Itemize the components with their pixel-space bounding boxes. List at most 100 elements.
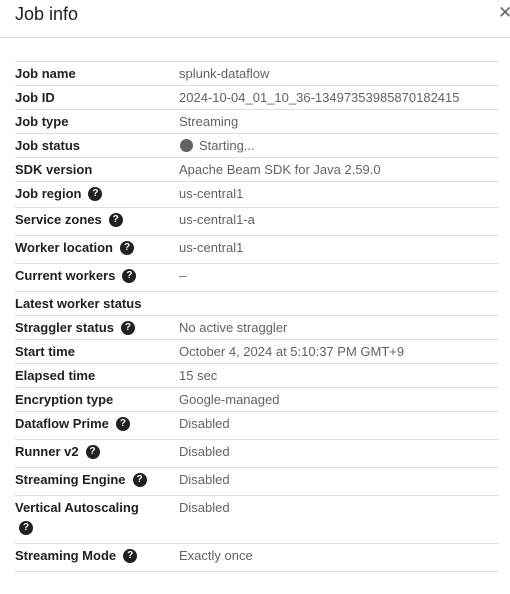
field-value: Disabled <box>179 500 230 515</box>
field-value-cell: Disabled <box>179 468 499 495</box>
field-label-line: SDK version <box>15 163 179 177</box>
info-row-encryption-type: Encryption type Google-managed <box>15 388 499 412</box>
close-icon[interactable]: ✕ <box>498 2 510 24</box>
field-label-line: Streaming Engine? <box>15 473 179 487</box>
field-value: 15 sec <box>179 368 218 383</box>
field-label-cell: Encryption type <box>15 388 179 411</box>
field-value-cell: Apache Beam SDK for Java 2.59.0 <box>179 158 499 181</box>
field-label: Service zones <box>15 212 102 227</box>
field-label-cell: Dataflow Prime? <box>15 412 179 439</box>
help-icon[interactable]: ? <box>120 321 135 335</box>
field-value: us-central1 <box>179 186 244 201</box>
field-value-cell: us-central1-a <box>179 208 499 235</box>
help-icon[interactable]: ? <box>115 417 130 431</box>
field-label-line: Elapsed time <box>15 369 179 383</box>
field-value-cell: us-central1 <box>179 236 499 263</box>
field-label-line: Job status <box>15 139 179 153</box>
field-value: Apache Beam SDK for Java 2.59.0 <box>179 162 381 177</box>
help-icon[interactable]: ? <box>120 241 135 255</box>
field-value-cell: No active straggler <box>179 316 499 339</box>
field-label: Vertical Autoscaling <box>15 500 139 515</box>
field-label: Job type <box>15 114 69 129</box>
field-label-cell: Straggler status? <box>15 316 179 339</box>
panel-title: Job info <box>15 4 79 24</box>
help-icon[interactable]: ? <box>19 521 33 535</box>
field-label-line: Job name <box>15 67 179 81</box>
field-value-cell <box>179 292 499 315</box>
info-row-latest-worker-status: Latest worker status <box>15 292 499 316</box>
field-label-cell: Job name <box>15 62 179 85</box>
field-value: Disabled <box>179 444 230 459</box>
field-label-cell: Latest worker status <box>15 292 179 315</box>
field-label-cell: Streaming Engine? <box>15 468 179 495</box>
info-row-streaming-mode: Streaming Mode? Exactly once <box>15 544 499 572</box>
field-label-line: Encryption type <box>15 393 179 407</box>
info-row-dataflow-prime: Dataflow Prime? Disabled <box>15 412 499 440</box>
field-value-cell: splunk-dataflow <box>179 62 499 85</box>
info-row-sdk-version: SDK version Apache Beam SDK for Java 2.59… <box>15 158 499 182</box>
field-label: Start time <box>15 344 75 359</box>
field-value-cell: Exactly once <box>179 544 499 571</box>
field-label-line: Streaming Mode? <box>15 549 179 563</box>
field-value: October 4, 2024 at 5:10:37 PM GMT+9 <box>179 344 405 359</box>
info-row-job-type: Job type Streaming <box>15 110 499 134</box>
field-label-line: Straggler status? <box>15 321 179 335</box>
help-icon[interactable]: ? <box>85 445 100 459</box>
help-icon[interactable]: ? <box>88 187 103 201</box>
field-value-cell: October 4, 2024 at 5:10:37 PM GMT+9 <box>179 340 499 363</box>
field-label: Encryption type <box>15 392 114 407</box>
field-label: Dataflow Prime <box>15 416 109 431</box>
field-label-line: Job ID <box>15 91 179 105</box>
help-icon[interactable]: ? <box>122 269 137 283</box>
field-value: Disabled <box>179 416 230 431</box>
field-label-line: Job type <box>15 115 179 129</box>
field-value-cell: 15 sec <box>179 364 499 387</box>
field-value-cell: Google-managed <box>179 388 499 411</box>
info-row-start-time: Start time October 4, 2024 at 5:10:37 PM … <box>15 340 499 364</box>
help-icon[interactable]: ? <box>123 549 138 563</box>
field-label: SDK version <box>15 162 93 177</box>
field-value-cell: 2024-10-04_01_10_36-13497353985870182415 <box>179 86 499 109</box>
field-label-cell: Start time <box>15 340 179 363</box>
field-value: splunk-dataflow <box>179 66 270 81</box>
field-label: Streaming Mode <box>15 548 117 563</box>
field-label: Latest worker status <box>15 296 142 311</box>
field-label: Job status <box>15 138 81 153</box>
field-label-cell: Runner v2? <box>15 440 179 467</box>
info-row-service-zones: Service zones? us-central1-a <box>15 208 499 236</box>
field-value-cell: us-central1 <box>179 182 499 207</box>
help-icon[interactable]: ? <box>108 213 123 227</box>
field-label: Current workers <box>15 268 116 283</box>
field-label: Job region <box>15 186 82 201</box>
help-icon[interactable]: ? <box>132 473 147 487</box>
field-label-line: Runner v2? <box>15 445 179 459</box>
info-row-job-name: Job name splunk-dataflow <box>15 62 499 86</box>
field-label-cell: Streaming Mode? <box>15 544 179 571</box>
field-value: Disabled <box>179 472 230 487</box>
field-label: Job name <box>15 66 76 81</box>
field-label-cell: Elapsed time <box>15 364 179 387</box>
info-row-job-id: Job ID 2024-10-04_01_10_36-13497353985870… <box>15 86 499 110</box>
info-row-runner-v2: Runner v2? Disabled <box>15 440 499 468</box>
field-label-cell: Service zones? <box>15 208 179 235</box>
field-label-cell: Job status <box>15 134 179 157</box>
field-label-line: Dataflow Prime? <box>15 417 179 431</box>
field-label-cell: Current workers? <box>15 264 179 291</box>
info-row-current-workers: Current workers? – <box>15 264 499 292</box>
field-value: 2024-10-04_01_10_36-13497353985870182415 <box>179 90 460 105</box>
field-value-cell: Disabled <box>179 496 499 543</box>
panel-header: Job info ✕ <box>0 0 510 38</box>
info-row-vertical-autoscaling: Vertical Autoscaling? Disabled <box>15 496 499 544</box>
field-value: No active straggler <box>179 320 288 335</box>
field-label: Straggler status <box>15 320 114 335</box>
info-row-worker-location: Worker location? us-central1 <box>15 236 499 264</box>
field-label-cell: Job ID <box>15 86 179 109</box>
field-value: – <box>179 268 187 283</box>
field-label-line: Worker location? <box>15 241 179 255</box>
field-value: us-central1 <box>179 240 244 255</box>
field-label-line: Service zones? <box>15 213 179 227</box>
field-label: Streaming Engine <box>15 472 126 487</box>
field-value-cell: Disabled <box>179 440 499 467</box>
field-value: us-central1-a <box>179 212 255 227</box>
field-label-line: Latest worker status <box>15 297 179 311</box>
